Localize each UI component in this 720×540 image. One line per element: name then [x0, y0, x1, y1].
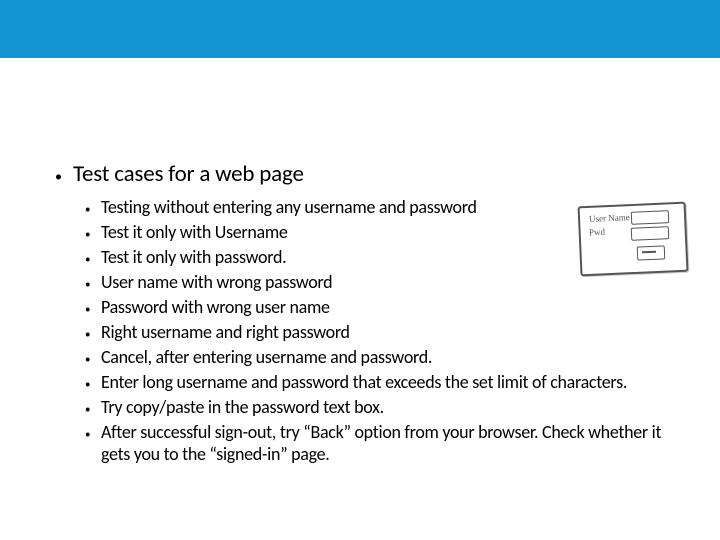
title-bar [0, 0, 720, 58]
list-item: •After successful sign-out, try “Back” o… [85, 421, 685, 465]
sketch-label-password: Pwd [589, 228, 605, 238]
sketch-password-box [631, 226, 670, 241]
sketch-ok-button [637, 245, 666, 260]
sketch-label-username: User Name [589, 213, 630, 224]
list-item: •Enter long username and password that e… [85, 371, 685, 396]
list-item: •Password with wrong user name [85, 296, 685, 321]
list-item: •Try copy/paste in the password text box… [85, 396, 685, 421]
bullet-icon: • [55, 164, 73, 190]
bullet-icon: • [85, 249, 101, 271]
bullet-icon: • [85, 349, 101, 371]
bullet-icon: • [85, 324, 101, 346]
heading-row: • Test cases for a web page [55, 160, 685, 190]
bullet-icon: • [85, 299, 101, 321]
list-item: •Cancel, after entering username and pas… [85, 346, 685, 371]
bullet-icon: • [85, 374, 101, 396]
heading-text: Test cases for a web page [73, 160, 304, 188]
sketch-username-box [631, 210, 670, 225]
bullet-icon: • [85, 224, 101, 246]
bullet-icon: • [85, 274, 101, 296]
bullet-icon: • [85, 199, 101, 221]
list-item: •Right username and right password [85, 321, 685, 346]
bullet-icon: • [85, 424, 101, 446]
login-form-sketch: User Name Pwd [575, 200, 690, 278]
bullet-icon: • [85, 399, 101, 421]
slide: • Test cases for a web page •Testing wit… [0, 0, 720, 540]
